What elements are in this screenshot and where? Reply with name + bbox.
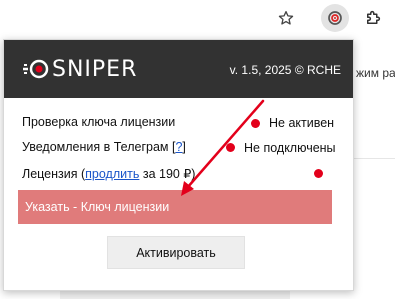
browser-toolbar bbox=[0, 0, 395, 38]
sniper-logo-icon bbox=[23, 59, 49, 79]
license-check-label: Проверка ключа лицензии bbox=[22, 115, 176, 129]
license-status: Не активен bbox=[269, 116, 335, 130]
bookmark-star-icon[interactable] bbox=[272, 4, 300, 32]
renew-link[interactable]: продлить bbox=[85, 167, 139, 181]
telegram-status: Не подключены bbox=[244, 141, 336, 155]
sniper-extension-icon[interactable] bbox=[321, 4, 349, 32]
version-label: v. 1.5, 2025 © RCHE bbox=[229, 63, 341, 77]
renew-status-dot bbox=[314, 169, 323, 178]
background-strip bbox=[60, 290, 290, 299]
background-divider bbox=[354, 158, 395, 159]
sniper-logo: SNIPER bbox=[22, 55, 137, 83]
logo-text: SNIPER bbox=[52, 56, 138, 82]
telegram-status-dot bbox=[226, 143, 235, 152]
background-text: жим ра bbox=[356, 66, 395, 80]
telegram-label: Уведомления в Телеграм [?] bbox=[22, 140, 186, 154]
extension-popup: SNIPER v. 1.5, 2025 © RCHE Проверка ключ… bbox=[3, 39, 354, 291]
puzzle-icon[interactable] bbox=[359, 4, 387, 32]
popup-header: SNIPER v. 1.5, 2025 © RCHE bbox=[4, 40, 353, 98]
activate-button[interactable]: Активировать bbox=[107, 236, 245, 269]
license-key-input[interactable] bbox=[18, 190, 332, 224]
license-status-dot bbox=[251, 119, 260, 128]
license-renew-label: Лецензия (продлить за 190 ₽) bbox=[22, 167, 196, 181]
